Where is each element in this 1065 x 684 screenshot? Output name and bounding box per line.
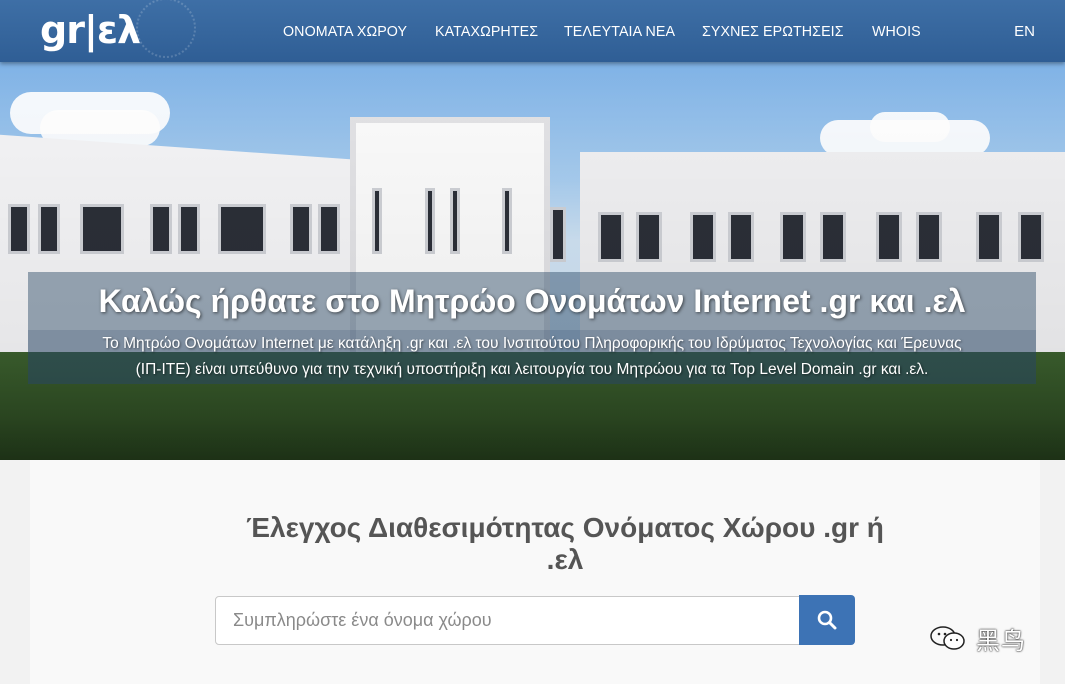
search-title-line: Έλεγχος Διαθεσιμότητας Ονόματος Χώρου .g… xyxy=(246,512,884,543)
logo-text: gr|ελ xyxy=(40,8,141,52)
search-button[interactable] xyxy=(799,595,855,645)
domain-search-panel: Έλεγχος Διαθεσιμότητας Ονόματος Χώρου .g… xyxy=(30,460,1040,684)
watermark: 黑鸟 xyxy=(928,618,1038,658)
hero-banner: Καλώς ήρθατε στο Μητρώο Ονομάτων Interne… xyxy=(0,62,1065,460)
chat-bubble-icon xyxy=(930,626,965,650)
search-title: Έλεγχος Διαθεσιμότητας Ονόματος Χώρου .g… xyxy=(245,512,885,576)
top-navbar: gr|ελ ΟΝΟΜΑΤΑ ΧΩΡΟΥ ΚΑΤΑΧΩΡΗΤΕΣ ΤΕΛΕΥΤΑΙ… xyxy=(0,0,1065,62)
search-title-line: .ελ xyxy=(546,544,584,575)
site-logo[interactable]: gr|ελ xyxy=(40,0,196,58)
main-nav: ΟΝΟΜΑΤΑ ΧΩΡΟΥ ΚΑΤΑΧΩΡΗΤΕΣ ΤΕΛΕΥΤΑΙΑ ΝΕΑ … xyxy=(283,0,945,62)
hero-subtitle-line: (ΙΠ-ΙΤΕ) είναι υπεύθυνο για την τεχνική … xyxy=(135,361,929,378)
hero-shade-overlay xyxy=(0,62,1065,460)
watermark-text: 黑鸟 xyxy=(976,626,1026,655)
nav-item-faq[interactable]: ΣΥΧΝΕΣ ΕΡΩΤΗΣΕΙΣ xyxy=(702,23,844,40)
search-icon xyxy=(817,610,837,630)
logo-seal-decoration xyxy=(136,0,196,58)
hero-subtitle: Το Μητρώο Ονομάτων Internet με κατάληξη … xyxy=(28,330,1036,384)
hero-title: Καλώς ήρθατε στο Μητρώο Ονομάτων Interne… xyxy=(28,272,1036,330)
nav-item-registrars[interactable]: ΚΑΤΑΧΩΡΗΤΕΣ xyxy=(435,23,538,40)
language-switch[interactable]: EN xyxy=(1014,0,1035,62)
domain-search-input[interactable] xyxy=(215,596,800,645)
nav-item-domain-names[interactable]: ΟΝΟΜΑΤΑ ΧΩΡΟΥ xyxy=(283,23,407,40)
nav-item-latest-news[interactable]: ΤΕΛΕΥΤΑΙΑ ΝΕΑ xyxy=(564,23,675,40)
hero-subtitle-line: Το Μητρώο Ονομάτων Internet με κατάληξη … xyxy=(102,335,962,352)
nav-item-whois[interactable]: WHOIS xyxy=(872,23,921,40)
